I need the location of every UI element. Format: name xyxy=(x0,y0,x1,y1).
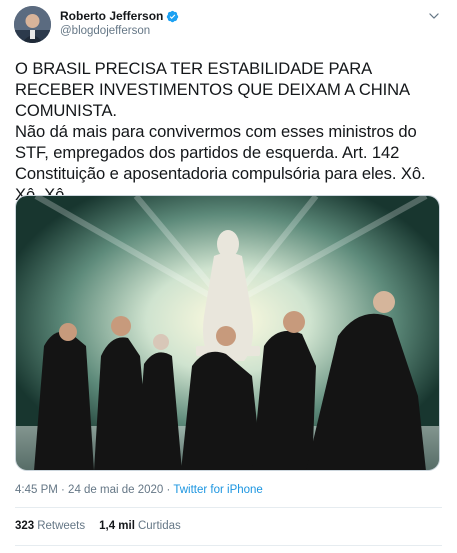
likes-label: Curtidas xyxy=(137,520,181,532)
author-name[interactable]: Roberto Jefferson xyxy=(60,9,163,23)
likes-count: 1,4 mil xyxy=(99,520,135,532)
tweet-card: Roberto Jefferson @blogdojefferson O BRA… xyxy=(0,0,457,553)
tweet-text: O BRASIL PRECISA TER ESTABILIDADE PARA R… xyxy=(15,59,426,204)
chevron-down-icon[interactable] xyxy=(427,9,441,23)
timestamp[interactable]: 4:45 PM · 24 de mai de 2020 xyxy=(15,484,163,496)
likes-stat[interactable]: 1,4 mil Curtidas xyxy=(99,520,181,532)
source-link[interactable]: Twitter for iPhone xyxy=(173,484,262,496)
retweets-count: 323 xyxy=(15,520,35,532)
avatar[interactable] xyxy=(14,6,51,43)
author-handle[interactable]: @blogdojefferson xyxy=(60,25,150,37)
divider xyxy=(15,545,442,546)
author-name-row[interactable]: Roberto Jefferson xyxy=(60,9,179,23)
retweets-label: Retweets xyxy=(37,520,86,532)
tweet-photo[interactable] xyxy=(15,195,440,471)
divider xyxy=(15,507,442,508)
meta-separator: · xyxy=(163,484,174,496)
retweets-stat[interactable]: 323 Retweets xyxy=(15,520,85,532)
tweet-meta: 4:45 PM · 24 de mai de 2020 · Twitter fo… xyxy=(15,484,263,496)
engagement-stats: 323 Retweets 1,4 mil Curtidas xyxy=(15,520,181,532)
verified-badge-icon xyxy=(167,10,179,22)
